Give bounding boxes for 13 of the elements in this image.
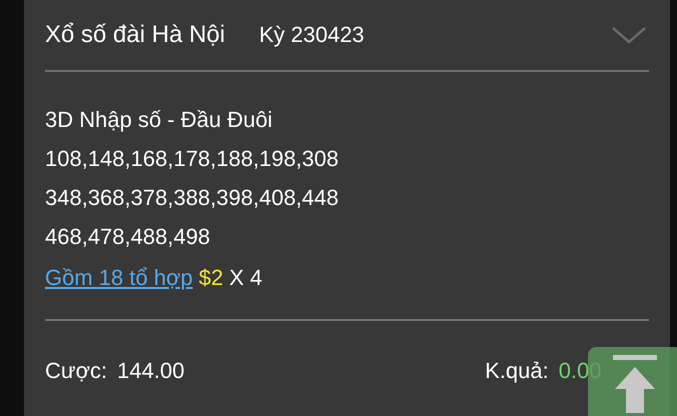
lottery-title: Xổ số đài Hà Nội — [45, 21, 226, 49]
multiplier: X 4 — [229, 264, 262, 292]
chevron-icon[interactable] — [611, 25, 647, 45]
number-list: 468,478,488,498 — [45, 217, 649, 256]
result-label: K.quả: — [485, 358, 549, 384]
stake-label: Cược: — [45, 358, 108, 384]
unit-price: $2 — [198, 264, 224, 292]
number-list: 348,368,378,388,398,408,448 — [45, 178, 649, 217]
number-list: 108,148,168,178,188,198,308 — [45, 139, 649, 178]
stake-value: 144.00 — [117, 358, 184, 384]
period-label: Kỳ 230423 — [259, 22, 364, 48]
combo-link[interactable]: Gồm 18 tổ hợp — [45, 263, 193, 293]
bet-type: 3D Nhập số - Đầu Đuôi — [45, 106, 274, 134]
